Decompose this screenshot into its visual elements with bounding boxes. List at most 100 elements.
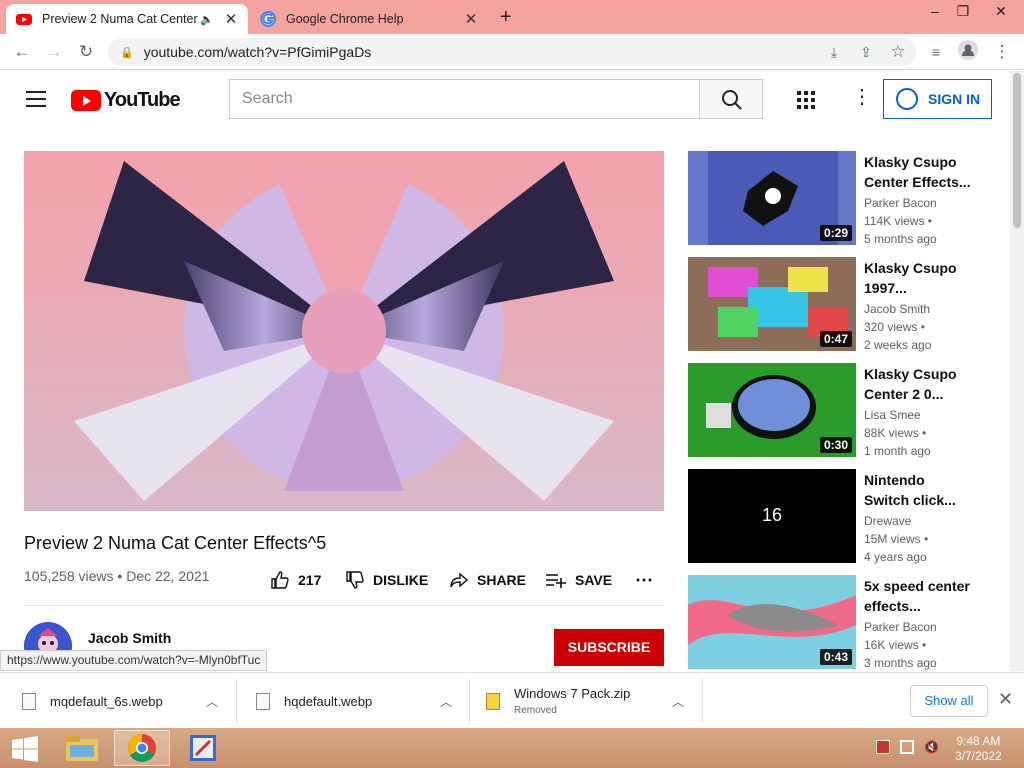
download-item[interactable]: Windows 7 Pack.zip Removed ︿ (486, 673, 696, 729)
recommendation-item[interactable]: 0:43 5x speed center effects... Parker Ba… (688, 575, 988, 670)
minimize-icon[interactable]: – (920, 0, 950, 24)
close-shelf-icon[interactable]: ✕ (998, 689, 1013, 710)
youtube-favicon-icon (16, 14, 32, 25)
sign-in-button[interactable]: SIGN IN (883, 79, 992, 119)
like-count: 217 (298, 572, 322, 588)
sign-in-label: SIGN IN (928, 91, 981, 107)
recommendation-age: 3 months ago (864, 656, 937, 670)
status-hover-url: https://www.youtube.com/watch?v=-Mlyn0bf… (0, 650, 268, 671)
apps-grid-icon[interactable] (797, 91, 815, 109)
channel-name[interactable]: Jacob Smith (88, 630, 171, 646)
bookmark-star-icon[interactable]: ☆ (886, 40, 910, 64)
recommendation-views: 15M views • (864, 532, 929, 546)
chevron-up-icon[interactable]: ︿ (672, 693, 684, 710)
share-arrow-icon (450, 572, 469, 588)
share-button[interactable]: SHARE (449, 570, 526, 590)
profile-icon[interactable] (956, 40, 980, 64)
address-bar[interactable]: 🔒 youtube.com/watch?v=PfGimiPgaDs (108, 38, 916, 66)
browser-toolbar: ← → ↻ 🔒 youtube.com/watch?v=PfGimiPgaDs … (0, 34, 1024, 70)
restore-icon[interactable]: ❐ (948, 0, 978, 24)
download-filename: hqdefault.webp (284, 693, 373, 709)
save-button[interactable]: SAVE (545, 570, 612, 590)
share-label: SHARE (477, 572, 527, 588)
chevron-up-icon[interactable]: ︿ (440, 693, 452, 710)
recommendation-channel: Parker Bacon (864, 196, 937, 210)
chrome-menu-icon[interactable]: ⋮ (990, 40, 1014, 64)
tab-chrome-help[interactable]: Google Chrome Help ✕ (250, 4, 488, 34)
thumbs-up-icon (271, 571, 289, 589)
account-icon (896, 88, 918, 110)
recommendation-item[interactable]: 0:47 Klasky Csupo 1997... Jacob Smith 320… (688, 257, 988, 352)
reload-icon[interactable]: ↻ (74, 40, 98, 64)
clock-date: 3/7/2022 (955, 749, 1002, 763)
download-item[interactable]: hqdefault.webp ︿ (256, 673, 466, 729)
search-button[interactable] (699, 79, 763, 119)
volume-muted-icon[interactable]: 🔇 (924, 740, 939, 754)
recommendation-age: 4 years ago (864, 550, 927, 564)
hamburger-menu-icon[interactable] (26, 91, 46, 107)
download-status: Removed (514, 705, 557, 716)
recommendation-age: 5 months ago (864, 232, 937, 246)
recommendation-title: Nintendo Switch click... (864, 472, 956, 508)
install-app-icon[interactable]: ⤓ (822, 40, 846, 64)
video-thumbnail[interactable]: 16 (688, 469, 856, 563)
thumbnail-text: 16 (761, 505, 783, 525)
video-thumbnail[interactable]: 0:30 (688, 363, 856, 457)
search-input[interactable]: Search (229, 79, 700, 119)
video-frame (24, 151, 664, 511)
youtube-header: YouTube Search ⋮ SIGN IN (0, 71, 1024, 127)
subscribe-button[interactable]: SUBSCRIBE (554, 629, 664, 666)
media-controls-icon[interactable]: ≡ (924, 40, 948, 64)
recommendation-title: 5x speed center effects... (864, 578, 970, 614)
file-icon (22, 692, 36, 710)
playlist-add-icon (546, 574, 566, 588)
video-thumbnail[interactable]: 0:29 (688, 151, 856, 245)
chevron-up-icon[interactable]: ︿ (206, 693, 218, 710)
video-thumbnail[interactable]: 0:47 (688, 257, 856, 351)
show-all-button[interactable]: Show all (910, 685, 988, 717)
forward-icon[interactable]: → (42, 40, 66, 64)
divider (236, 679, 237, 723)
recommendation-item[interactable]: 16 Nintendo Switch click... Drewave 15M v… (688, 469, 988, 564)
tab-strip: Preview 2 Numa Cat Center Effects^5 🔈 ✕ … (0, 0, 1024, 34)
view-count: 105,258 views (24, 568, 114, 584)
recommendation-item[interactable]: 0:30 Klasky Csupo Center 2 0... Lisa Smee… (688, 363, 988, 458)
search-icon (722, 90, 742, 110)
lock-icon[interactable]: 🔒 (120, 46, 134, 59)
system-clock[interactable]: 9:48 AM 3/7/2022 (955, 734, 1002, 764)
more-actions-icon[interactable]: ⋯ (635, 570, 653, 591)
dislike-button[interactable]: DISLIKE (345, 570, 428, 590)
video-thumbnail[interactable]: 0:43 (688, 575, 856, 669)
divider (702, 679, 703, 723)
chrome-taskbar-button[interactable] (114, 730, 170, 766)
close-tab-icon[interactable]: ✕ (220, 10, 242, 28)
like-button[interactable]: 217 (270, 570, 321, 590)
start-button[interactable] (4, 730, 44, 766)
file-explorer-taskbar-button[interactable] (54, 730, 110, 766)
download-shelf: mqdefault_6s.webp ︿ hqdefault.webp ︿ Win… (0, 672, 1024, 728)
recommendation-item[interactable]: 0:29 Klasky Csupo Center Effects... Parke… (688, 151, 988, 246)
scrollbar-thumb[interactable] (1013, 73, 1021, 228)
back-icon[interactable]: ← (10, 40, 34, 64)
zip-file-icon (486, 692, 500, 710)
page-scrollbar[interactable] (1010, 71, 1024, 671)
windows-logo-icon (12, 736, 38, 762)
youtube-logo[interactable]: YouTube (71, 89, 181, 112)
speaker-icon[interactable]: 🔈 (200, 13, 214, 26)
share-page-icon[interactable]: ⇪ (854, 40, 878, 64)
recommendation-views: 114K views • (864, 214, 933, 228)
recommendation-age: 2 weeks ago (864, 338, 932, 352)
tab-youtube[interactable]: Preview 2 Numa Cat Center Effects^5 🔈 ✕ (6, 4, 248, 34)
action-center-flag-icon[interactable] (876, 740, 890, 754)
close-tab-icon[interactable]: ✕ (460, 10, 482, 28)
duration-badge: 0:47 (819, 331, 852, 347)
divider (469, 679, 470, 723)
window-close-icon[interactable]: ✕ (986, 0, 1016, 24)
new-tab-icon[interactable]: + (500, 6, 512, 29)
video-player[interactable] (24, 151, 664, 511)
paint-taskbar-button[interactable] (176, 730, 232, 766)
recommendation-age: 1 month ago (864, 444, 931, 458)
download-item[interactable]: mqdefault_6s.webp ︿ (22, 673, 232, 729)
settings-more-icon[interactable]: ⋮ (852, 87, 872, 107)
network-icon[interactable] (900, 740, 914, 754)
